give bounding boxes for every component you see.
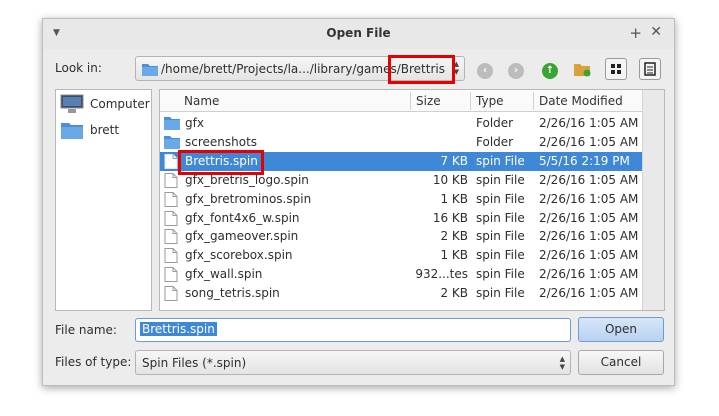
file-icon [164,229,178,247]
places-sidebar: Computer brett [55,89,152,311]
file-date: 2/26/16 1:05 AM [539,229,639,244]
file-row[interactable]: gfx_gameover.spin 2 KB spin File 2/26/16 1:… [160,227,642,246]
file-type: spin File [476,210,525,225]
file-type: spin File [476,229,525,244]
look-in-label: Look in: [55,61,102,75]
combo-arrows-icon: ▲ ▼ [559,355,565,371]
folder-icon [142,62,158,79]
file-name-value: Brettris.spin [140,322,217,336]
file-size: 2 KB [440,286,468,301]
new-folder-icon [574,64,591,77]
folder-icon [61,123,83,139]
file-name: gfx [185,116,204,130]
file-name: gfx_font4x6_w.spin [185,210,300,225]
forward-button[interactable]: › [505,58,527,80]
column-header-date[interactable]: Date Modified [539,94,623,108]
file-icon [164,172,178,191]
title-bar[interactable]: ▼ Open File + ✕ [43,19,674,49]
file-type: spin File [476,248,525,263]
place-brett[interactable]: brett [58,118,151,142]
file-name: gfx_gameover.spin [185,229,299,244]
file-row[interactable]: gfx_scorebox.spin 1 KB spin File 2/26/16 1:… [160,246,642,265]
file-size: 2 KB [440,229,468,244]
open-file-dialog: ▼ Open File + ✕ Look in: /home/brett/Pro… [42,18,675,386]
pin-icon[interactable]: + [629,24,642,42]
file-name: gfx_bretrominos.spin [185,191,312,206]
file-row[interactable]: gfx_font4x6_w.spin 16 KB spin File 2/26/16 … [160,209,642,228]
file-type: spin File [476,153,525,168]
file-date: 2/26/16 1:05 AM [539,210,639,225]
column-header-type[interactable]: Type [476,94,504,108]
file-name: gfx_wall.spin [185,267,263,282]
file-icon [164,267,178,285]
file-name: gfx_scorebox.spin [185,248,293,263]
file-name-label: File name: [55,323,117,337]
file-date: 2/26/16 1:05 AM [539,191,639,206]
cancel-button[interactable]: Cancel [578,350,664,375]
file-size: 1 KB [440,248,468,263]
file-size: 932...tes [415,267,468,282]
place-label: brett [90,123,120,137]
file-row[interactable]: song_tetris.spin 2 KB spin File 2/26/16 1:0… [160,284,642,303]
highlight-box-path [388,55,455,84]
files-of-type-label: Files of type: [55,355,132,369]
file-name: song_tetris.spin [185,286,280,301]
file-name-input[interactable]: Brettris.spin [135,318,571,342]
file-row[interactable]: gfx_wall.spin 932...tes spin File 2/26/16 1… [160,265,642,284]
new-folder-button[interactable] [571,58,593,80]
file-size: 10 KB [432,172,468,187]
file-type-combo[interactable]: Spin Files (*.spin) ▲ ▼ [135,350,571,375]
file-type: spin File [476,286,525,301]
list-view-button[interactable] [605,58,627,80]
file-icon [164,191,178,210]
file-date: 5/5/16 2:19 PM [539,153,630,168]
file-list-header: Name Size Type Date Modified [160,90,664,112]
file-date: 2/26/16 1:05 AM [539,286,639,301]
file-row[interactable]: gfx Folder 2/26/16 1:05 AM [160,114,642,133]
file-date: 2/26/16 1:05 AM [539,116,639,130]
back-button[interactable]: ‹ [474,58,496,80]
column-separator [470,92,471,110]
parent-directory-button[interactable]: ↑ [539,58,561,80]
file-list[interactable]: Name Size Type Date Modified gfx Folder 2/… [159,89,665,311]
file-type: Folder [476,134,514,149]
folder-icon [164,116,180,133]
file-size: 16 KB [432,210,468,225]
column-separator [533,92,534,110]
window-title: Open File [326,26,391,40]
file-icon [164,286,178,304]
file-type: Folder [476,116,514,130]
grid-view-icon [611,64,621,74]
detail-view-button[interactable] [639,58,661,80]
file-type: spin File [476,191,525,206]
file-type: spin File [476,267,525,282]
place-computer[interactable]: Computer [58,92,151,116]
up-arrow-icon: ↑ [542,63,558,79]
file-name: screenshots [185,134,258,149]
open-button[interactable]: Open [578,317,664,342]
file-date: 2/26/16 1:05 AM [539,248,639,263]
file-size: 7 KB [440,153,468,168]
file-icon [164,210,178,229]
scrollbar[interactable] [642,90,664,310]
file-icon [164,153,178,172]
column-separator [410,92,411,110]
back-arrow-icon: ‹ [477,63,493,79]
file-type: spin File [476,172,525,187]
close-icon[interactable]: ✕ [650,24,662,40]
column-header-name[interactable]: Name [184,94,219,108]
file-date: 2/26/16 1:05 AM [539,172,639,187]
computer-icon [60,94,84,113]
file-date: 2/26/16 1:05 AM [539,267,639,282]
highlight-box-file [178,150,264,175]
column-header-size[interactable]: Size [416,94,441,108]
place-label: Computer [90,97,150,111]
file-row[interactable]: gfx_bretrominos.spin 1 KB spin File 2/26/16… [160,190,642,209]
detail-view-icon [644,62,656,76]
file-icon [164,248,178,266]
file-type-value: Spin Files (*.spin) [142,356,247,370]
forward-arrow-icon: › [508,63,524,79]
file-size: 1 KB [440,191,468,206]
file-date: 2/26/16 1:05 AM [539,134,639,149]
